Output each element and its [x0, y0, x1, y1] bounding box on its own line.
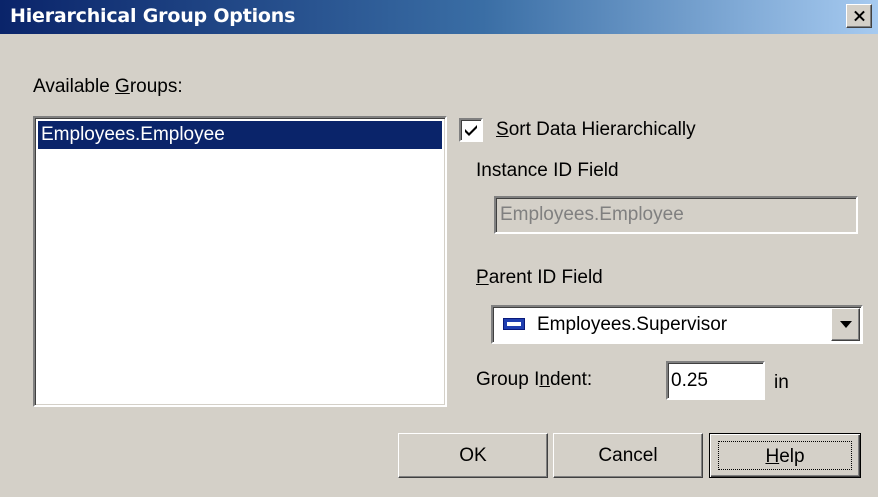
group-indent-label: Group Indent:: [476, 369, 593, 390]
available-groups-listbox[interactable]: Employees.Employee: [33, 116, 447, 407]
field-icon: [503, 318, 525, 330]
focus-rectangle: Help: [718, 441, 852, 470]
ok-button[interactable]: OK: [398, 433, 548, 478]
indent-unit-label: in: [774, 372, 789, 393]
sort-hierarchically-label[interactable]: Sort Data Hierarchically: [496, 119, 696, 141]
title-bar: Hierarchical Group Options: [0, 0, 878, 34]
available-groups-label: Available Groups:: [33, 76, 183, 97]
chevron-down-icon[interactable]: [831, 308, 860, 341]
instance-id-label: Instance ID Field: [476, 160, 619, 181]
cancel-button[interactable]: Cancel: [553, 433, 703, 478]
sort-hierarchically-checkbox[interactable]: [459, 118, 483, 142]
close-icon[interactable]: [846, 4, 872, 28]
window-title: Hierarchical Group Options: [10, 5, 296, 27]
help-button[interactable]: Help: [709, 433, 861, 478]
hierarchical-group-options-dialog: Hierarchical Group Options Available Gro…: [0, 0, 878, 497]
parent-id-dropdown[interactable]: Employees.Supervisor: [491, 305, 863, 344]
group-indent-input[interactable]: 0.25: [666, 361, 765, 400]
instance-id-field: Employees.Employee: [494, 196, 858, 234]
list-item[interactable]: Employees.Employee: [38, 121, 442, 149]
checkmark-icon: [465, 125, 477, 136]
parent-id-value: Employees.Supervisor: [537, 314, 728, 335]
parent-id-label: Parent ID Field: [476, 267, 603, 288]
